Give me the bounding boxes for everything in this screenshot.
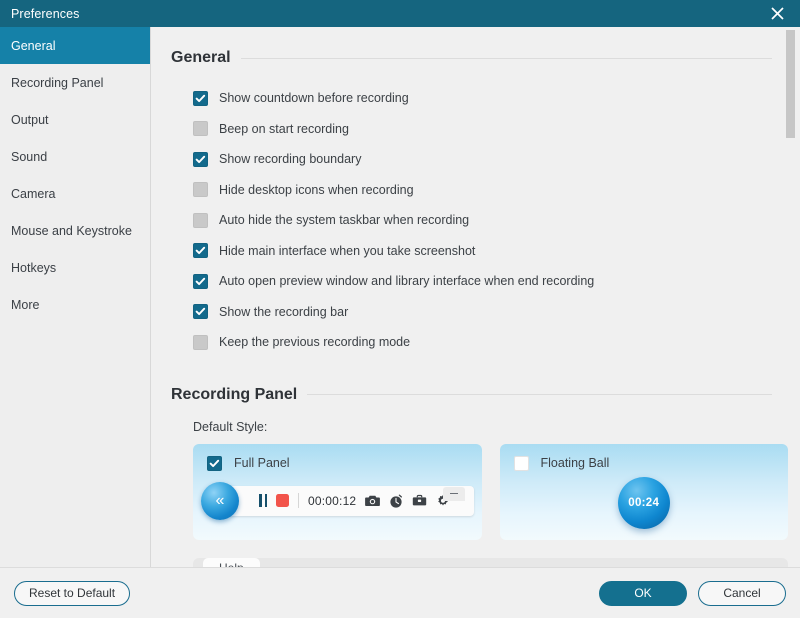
check-icon (195, 308, 206, 316)
recording-panel-section-header: Recording Panel (171, 386, 800, 404)
section-divider (240, 57, 772, 59)
footer-actions: OK Cancel (599, 580, 786, 606)
option-auto-open-preview-window[interactable]: Auto open preview window and library int… (171, 266, 800, 297)
option-keep-previous-recording-mode[interactable]: Keep the previous recording mode (171, 327, 800, 358)
check-icon (195, 277, 206, 285)
divider (298, 493, 299, 508)
option-show-countdown-before-recording[interactable]: Show countdown before recording (171, 83, 800, 114)
sidebar-item-output[interactable]: Output (0, 101, 150, 138)
cancel-button[interactable]: Cancel (698, 580, 786, 606)
minimize-icon[interactable] (442, 486, 465, 501)
option-show-recording-boundary[interactable]: Show recording boundary (171, 144, 800, 175)
check-icon (195, 247, 206, 255)
checkbox[interactable] (193, 121, 208, 137)
settings-content: General Show countdown before recording (151, 27, 800, 567)
option-label: Show recording boundary (219, 152, 362, 167)
checkbox[interactable] (193, 151, 208, 167)
option-label: Hide main interface when you take screen… (219, 243, 476, 258)
sidebar-item-hotkeys[interactable]: Hotkeys (0, 249, 150, 286)
reset-to-default-button[interactable]: Reset to Default (14, 580, 131, 606)
general-heading: General (171, 49, 231, 66)
window-body: General Recording Panel Output Sound Cam… (0, 27, 800, 567)
option-label: Show countdown before recording (219, 91, 409, 106)
option-hide-desktop-icons-when-recording[interactable]: Hide desktop icons when recording (171, 175, 800, 206)
check-icon (209, 459, 220, 467)
option-hide-main-interface-when-screenshot[interactable]: Hide main interface when you take screen… (171, 236, 800, 267)
checkbox[interactable] (193, 243, 208, 259)
timer-icon[interactable] (389, 494, 403, 508)
checkbox[interactable] (193, 212, 208, 228)
section-divider (307, 394, 772, 395)
content-scrollbar-track[interactable] (786, 30, 795, 564)
option-label: Keep the previous recording mode (219, 335, 411, 350)
checkbox[interactable] (193, 182, 208, 198)
sidebar-item-label: More (11, 297, 40, 312)
sidebar-item-label: Output (11, 112, 49, 127)
sidebar-item-label: Sound (11, 149, 48, 164)
recording-panel-heading: Recording Panel (171, 385, 298, 403)
recording-panel-block: Recording Panel Default Style: Full Pane… (171, 386, 800, 540)
option-label: Auto open preview window and library int… (219, 274, 595, 289)
sidebar-item-general[interactable]: General (0, 27, 150, 64)
close-icon (770, 7, 784, 20)
full-panel-checkbox[interactable] (207, 455, 222, 471)
close-button[interactable] (754, 0, 800, 27)
title-bar: Preferences (0, 0, 800, 27)
help-tab[interactable]: Help (203, 557, 260, 567)
dialog-footer: Reset to Default OK Cancel (0, 567, 800, 618)
recording-bar-preview: 00:00:12 « (193, 481, 482, 522)
style-cards: Full Panel 00:00:12 « Floating Ball 00:2… (193, 443, 800, 540)
sidebar-item-label: Hotkeys (11, 260, 57, 275)
style-card-full-panel[interactable]: Full Panel 00:00:12 « (193, 443, 482, 540)
preferences-window: Preferences General Recording Panel Outp… (0, 0, 800, 618)
floating-ball-checkbox[interactable] (513, 455, 529, 471)
sidebar-item-more[interactable]: More (0, 286, 150, 323)
check-icon (195, 155, 206, 163)
style-card-floating-ball[interactable]: Floating Ball 00:24 (499, 443, 789, 540)
sidebar-item-label: General (11, 38, 56, 53)
option-beep-on-start-recording[interactable]: Beep on start recording (171, 114, 800, 145)
collapse-left-icon[interactable]: « (201, 481, 239, 520)
checkbox[interactable] (193, 334, 208, 350)
help-panel: Help (193, 557, 788, 567)
sidebar-item-label: Camera (11, 186, 56, 201)
floating-ball-preview: 00:24 (500, 476, 789, 529)
floating-ball-header: Floating Ball (500, 444, 789, 471)
window-title: Preferences (11, 6, 80, 21)
checkbox[interactable] (193, 304, 208, 320)
checkbox[interactable] (193, 273, 208, 289)
checkbox[interactable] (193, 90, 208, 106)
sidebar-item-mouse-and-keystroke[interactable]: Mouse and Keystroke (0, 212, 150, 249)
recording-bar: 00:00:12 (225, 485, 474, 516)
stop-icon[interactable] (276, 494, 289, 507)
content-scrollbar-thumb[interactable] (786, 30, 795, 138)
general-options-list: Show countdown before recording Beep on … (171, 83, 800, 358)
option-label: Show the recording bar (219, 304, 349, 319)
option-show-the-recording-bar[interactable]: Show the recording bar (171, 297, 800, 328)
sidebar-item-camera[interactable]: Camera (0, 175, 150, 212)
sidebar-item-recording-panel[interactable]: Recording Panel (0, 64, 150, 101)
option-label: Beep on start recording (219, 121, 349, 136)
camera-icon[interactable] (365, 494, 381, 507)
sidebar-item-sound[interactable]: Sound (0, 138, 150, 175)
floating-ball[interactable]: 00:24 (617, 476, 670, 529)
pause-icon[interactable] (259, 494, 267, 507)
floating-ball-timer: 00:24 (628, 496, 660, 509)
sidebar-nav: General Recording Panel Output Sound Cam… (0, 27, 151, 567)
check-icon (195, 94, 206, 102)
default-style-label: Default Style: (193, 419, 268, 434)
sidebar-item-label: Recording Panel (11, 75, 104, 90)
recording-timer: 00:00:12 (308, 493, 357, 508)
option-label: Hide desktop icons when recording (219, 182, 414, 197)
ok-button[interactable]: OK (599, 580, 687, 606)
settings-scroll-viewport: General Show countdown before recording (151, 27, 800, 567)
full-panel-header: Full Panel (193, 444, 482, 471)
sidebar-item-label: Mouse and Keystroke (11, 223, 132, 238)
full-panel-label: Full Panel (234, 456, 290, 470)
floating-ball-label: Floating Ball (540, 456, 610, 470)
toolbox-icon[interactable] (412, 494, 427, 507)
general-section-header: General (171, 49, 800, 67)
option-label: Auto hide the system taskbar when record… (219, 213, 470, 228)
option-auto-hide-system-taskbar-when-recording[interactable]: Auto hide the system taskbar when record… (171, 205, 800, 236)
